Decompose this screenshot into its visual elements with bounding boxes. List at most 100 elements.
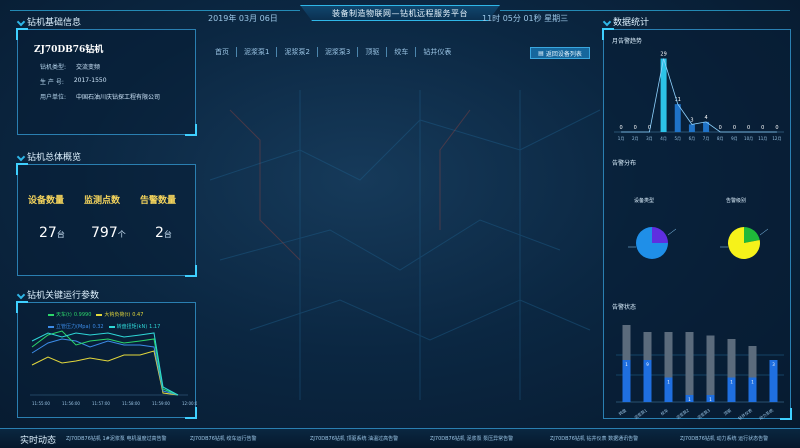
header-right-line [500,10,790,11]
stats-title-text: 数据统计 [613,18,650,28]
data-label: 1 [667,380,670,385]
device-nav: 首页 泥浆泵1 泥浆泵2 泥浆泵3 顶驱 绞车 钻井仪表 [208,47,458,57]
ticker-message[interactable]: ZJ70DB76钻机 动力系统 运行状态告警 [680,435,768,442]
info-label: 生 产 号: [40,79,64,86]
data-label: 0 [619,125,622,131]
x-tick-label: 12:00:00 [182,401,197,406]
info-label: 钻机类型: [40,64,67,71]
data-label: 0 [733,125,736,131]
params-title-text: 钻机关键运行参数 [27,291,100,301]
nav-item-drawworks[interactable]: 绞车 [387,47,417,57]
bar-total [706,335,715,402]
bar-total [685,332,694,402]
status-bar-chart: 1 转盘 9 泥浆泵1 1 绞车 1 泥浆泵2 1 泥浆泵3 1 顶驱 1 钻井仪表 3 动力系统 [616,325,784,420]
data-label: 4 [704,115,707,121]
month-tick: 6月 [689,136,696,141]
stat-label-alarms: 告警数量 [140,196,177,206]
stat-label-devices: 设备数量 [28,196,65,206]
footer-ticker: 实时动态 ZJ70DB76钻机 1#泥浆泵 电机温度过高告警 ZJ70DB76钻… [0,428,800,448]
overview-panel: 设备数量 监测点数 告警数量 27台 797个 2台 [16,163,197,277]
category-tick: 顶驱 [723,408,732,417]
header-time: 11时 05分 01秒 星期三 [482,14,569,23]
pie-label-alarm-level: 告警级别 [726,198,747,204]
month-tick: 12月 [772,136,781,141]
stats-title: 数据统计 [602,15,650,28]
header: 装备制造物联网—钻机远程服务平台 2019年 03月 06日 11时 05分 0… [0,0,800,30]
data-label: 0 [634,125,637,131]
category-tick: 动力系统 [758,407,775,420]
info-value: 中国石油川庆钻探工程有限公司 [76,94,161,101]
month-tick: 10月 [744,136,753,141]
back-to-list-button[interactable]: ▤ 返回设备列表 [530,47,590,59]
chevron-icon [16,152,26,161]
data-label: 29 [660,52,666,58]
bar [688,124,695,132]
data-label: 0 [775,125,778,131]
ticker-message[interactable]: ZJ70DB76钻机 顶驱系统 油温过高告警 [310,435,398,442]
pie-leader [667,228,677,236]
month-tick: 1月 [618,136,625,141]
pie-slice [652,227,668,243]
stat-label-points: 监测点数 [84,196,121,206]
nav-item-home[interactable]: 首页 [208,47,237,57]
stat-value-devices: 27台 [39,225,65,241]
nav-item-pump3[interactable]: 泥浆泵3 [318,47,359,57]
overview-title: 钻机总体概览 [16,150,82,163]
distribution-title: 告警分布 [612,160,637,167]
data-label: 1 [709,397,712,402]
info-row-serial: 生 产 号: 2017-1550 [40,77,107,86]
month-tick: 5月 [674,136,681,141]
ticker-message[interactable]: ZJ70DB76钻机 1#泥浆泵 电机温度过高告警 [66,435,166,442]
data-label: 0 [747,125,750,131]
ticker-message[interactable]: ZJ70DB76钻机 绞车运行告警 [190,435,257,442]
data-label: 1 [688,397,691,402]
stat-value-alarms: 2台 [155,225,172,241]
footer-title: 实时动态 [20,436,57,446]
data-label: 0 [761,125,764,131]
month-tick: 7月 [703,136,710,141]
data-label: 1 [625,362,628,367]
chevron-icon [16,17,26,26]
params-panel: 天车(t) 0.9990 大钩负荷(t) 0.47 立管压力(Mpa) 0.32 转盘… [16,301,197,419]
nav-item-topdrive[interactable]: 顶驱 [358,47,388,57]
category-tick: 泥浆泵3 [696,407,712,420]
header-date: 2019年 03月 06日 [208,14,278,23]
month-tick: 9月 [731,136,738,141]
params-title: 钻机关键运行参数 [16,288,100,301]
rig-info-panel: ZJ70DB76钻机 钻机类型: 交流变频 生 产 号: 2017-1550 用… [16,28,197,136]
category-tick: 转盘 [617,407,627,417]
data-label: 1 [751,380,754,385]
overview-title-text: 钻机总体概览 [27,153,82,163]
list-icon: ▤ [538,49,544,57]
params-line-chart: 11:55:00 11:56:00 11:57:00 11:58:00 11:59:00… [30,330,197,406]
x-tick-label: 11:57:00 [92,401,110,406]
bar [674,104,681,132]
category-tick: 泥浆泵1 [633,407,649,420]
x-tick-label: 11:56:00 [62,401,80,406]
trend-line [621,58,777,133]
month-tick: 4月 [660,136,667,141]
category-tick: 绞车 [659,407,669,417]
rig-name: ZJ70DB76钻机 [34,45,104,55]
monthly-trend-chart: 01月02月03月294月115月36月47月08月09月010月011月012… [614,52,784,141]
month-tick: 8月 [717,136,724,141]
ticker-message[interactable]: ZJ70DB76钻机 泥浆泵 泵压异常告警 [430,435,513,442]
nav-item-pump2[interactable]: 泥浆泵2 [277,47,318,57]
nav-item-instruments[interactable]: 钻井仪表 [416,47,458,57]
page-title: 装备制造物联网—钻机远程服务平台 [300,5,500,21]
chevron-icon [602,17,612,26]
rig-info-title: 钻机基础信息 [16,15,82,28]
month-tick: 11月 [758,136,767,141]
info-value: 交流变频 [76,64,101,71]
chevron-icon [16,290,26,299]
info-value: 2017-1550 [73,77,107,84]
info-row-type: 钻机类型: 交流变频 [40,62,100,71]
rig-info-title-text: 钻机基础信息 [27,18,82,28]
info-row-owner: 用户单位: 中国石油川庆钻探工程有限公司 [40,92,160,101]
data-label: 3 [772,362,775,367]
stats-panel: 月告警趋势 0 1月 0 2月 0 3月 29 4月 11 5月 3 6月 4 7月 0 8月 0 9月 0 10月 0… [602,28,792,420]
nav-item-pump1[interactable]: 泥浆泵1 [237,47,278,57]
ticker-message[interactable]: ZJ70DB76钻机 钻井仪表 数据通讯告警 [550,435,638,442]
data-label: 1 [730,380,733,385]
stat-value-points: 797个 [91,225,126,241]
